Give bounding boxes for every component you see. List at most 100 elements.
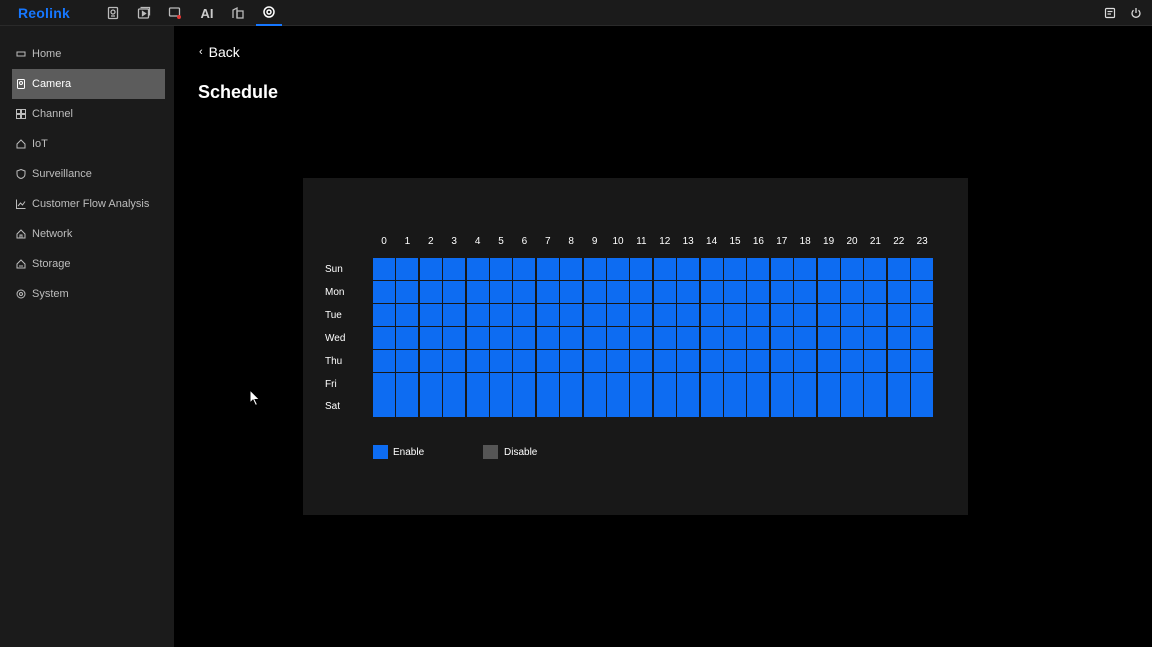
schedule-cell[interactable] — [817, 372, 840, 395]
schedule-cell[interactable] — [607, 280, 629, 303]
schedule-cell[interactable] — [747, 258, 770, 280]
schedule-cell[interactable] — [536, 372, 559, 395]
schedule-cell[interactable] — [887, 280, 910, 303]
schedule-cell[interactable] — [490, 280, 512, 303]
schedule-cell[interactable] — [490, 395, 512, 418]
schedule-cell[interactable] — [700, 349, 723, 372]
schedule-cell[interactable] — [887, 372, 910, 395]
schedule-cell[interactable] — [747, 280, 770, 303]
schedule-cell[interactable] — [443, 258, 466, 280]
sidebar-item-home[interactable]: Home — [12, 39, 165, 69]
schedule-cell[interactable] — [536, 349, 559, 372]
schedule-cell[interactable] — [653, 303, 676, 326]
schedule-cell[interactable] — [443, 280, 466, 303]
schedule-cell[interactable] — [864, 395, 887, 418]
schedule-cell[interactable] — [841, 258, 863, 280]
schedule-cell[interactable] — [794, 280, 817, 303]
schedule-cell[interactable] — [841, 395, 863, 418]
schedule-cell[interactable] — [466, 326, 489, 349]
sidebar-item-storage[interactable]: Storage — [12, 249, 165, 279]
schedule-cell[interactable] — [770, 372, 793, 395]
schedule-cell[interactable] — [700, 372, 723, 395]
schedule-cell[interactable] — [607, 326, 629, 349]
schedule-cell[interactable] — [817, 326, 840, 349]
schedule-cell[interactable] — [443, 395, 466, 418]
schedule-cell[interactable] — [724, 303, 746, 326]
schedule-cell[interactable] — [630, 395, 653, 418]
schedule-cell[interactable] — [513, 326, 536, 349]
schedule-cell[interactable] — [536, 395, 559, 418]
schedule-cell[interactable] — [583, 349, 606, 372]
schedule-cell[interactable] — [373, 326, 395, 349]
schedule-cell[interactable] — [817, 280, 840, 303]
schedule-cell[interactable] — [724, 326, 746, 349]
schedule-cell[interactable] — [841, 280, 863, 303]
sidebar-item-iot[interactable]: IoT — [12, 129, 165, 159]
schedule-cell[interactable] — [443, 372, 466, 395]
schedule-cell[interactable] — [396, 258, 419, 280]
schedule-cell[interactable] — [864, 372, 887, 395]
schedule-cell[interactable] — [630, 372, 653, 395]
schedule-cell[interactable] — [864, 258, 887, 280]
schedule-cell[interactable] — [770, 395, 793, 418]
device-tab[interactable] — [225, 0, 251, 26]
schedule-cell[interactable] — [677, 258, 700, 280]
schedule-cell[interactable] — [700, 395, 723, 418]
schedule-cell[interactable] — [677, 395, 700, 418]
schedule-cell[interactable] — [373, 349, 395, 372]
schedule-cell[interactable] — [887, 258, 910, 280]
schedule-cell[interactable] — [724, 349, 746, 372]
schedule-cell[interactable] — [607, 303, 629, 326]
schedule-cell[interactable] — [770, 303, 793, 326]
schedule-cell[interactable] — [817, 349, 840, 372]
schedule-cell[interactable] — [747, 349, 770, 372]
schedule-cell[interactable] — [794, 372, 817, 395]
schedule-cell[interactable] — [560, 303, 583, 326]
schedule-cell[interactable] — [396, 372, 419, 395]
schedule-cell[interactable] — [864, 326, 887, 349]
schedule-cell[interactable] — [864, 280, 887, 303]
schedule-cell[interactable] — [630, 280, 653, 303]
schedule-cell[interactable] — [607, 349, 629, 372]
schedule-cell[interactable] — [794, 258, 817, 280]
schedule-cell[interactable] — [396, 395, 419, 418]
schedule-cell[interactable] — [443, 326, 466, 349]
schedule-cell[interactable] — [677, 303, 700, 326]
camera-tab[interactable] — [100, 0, 126, 26]
schedule-cell[interactable] — [513, 303, 536, 326]
schedule-cell[interactable] — [700, 326, 723, 349]
schedule-cell[interactable] — [841, 326, 863, 349]
schedule-cell[interactable] — [419, 280, 442, 303]
schedule-cell[interactable] — [583, 372, 606, 395]
schedule-cell[interactable] — [747, 372, 770, 395]
sidebar-item-system[interactable]: System — [12, 279, 165, 309]
schedule-cell[interactable] — [653, 372, 676, 395]
schedule-cell[interactable] — [911, 280, 934, 303]
schedule-cell[interactable] — [373, 372, 395, 395]
schedule-cell[interactable] — [607, 258, 629, 280]
schedule-cell[interactable] — [560, 372, 583, 395]
schedule-cell[interactable] — [396, 280, 419, 303]
schedule-cell[interactable] — [887, 326, 910, 349]
sidebar-item-camera[interactable]: Camera — [12, 69, 165, 99]
schedule-cell[interactable] — [583, 258, 606, 280]
schedule-cell[interactable] — [747, 395, 770, 418]
power-button[interactable] — [1125, 0, 1147, 26]
schedule-cell[interactable] — [630, 258, 653, 280]
schedule-cell[interactable] — [490, 303, 512, 326]
back-button[interactable]: ‹ Back — [199, 44, 240, 60]
schedule-cell[interactable] — [513, 280, 536, 303]
schedule-cell[interactable] — [583, 326, 606, 349]
schedule-cell[interactable] — [560, 258, 583, 280]
schedule-cell[interactable] — [490, 349, 512, 372]
schedule-cell[interactable] — [677, 280, 700, 303]
schedule-cell[interactable] — [536, 303, 559, 326]
schedule-cell[interactable] — [864, 303, 887, 326]
schedule-cell[interactable] — [911, 349, 934, 372]
schedule-cell[interactable] — [724, 258, 746, 280]
schedule-cell[interactable] — [419, 395, 442, 418]
settings-tab[interactable] — [256, 0, 282, 26]
schedule-cell[interactable] — [373, 395, 395, 418]
schedule-cell[interactable] — [653, 395, 676, 418]
schedule-cell[interactable] — [466, 395, 489, 418]
